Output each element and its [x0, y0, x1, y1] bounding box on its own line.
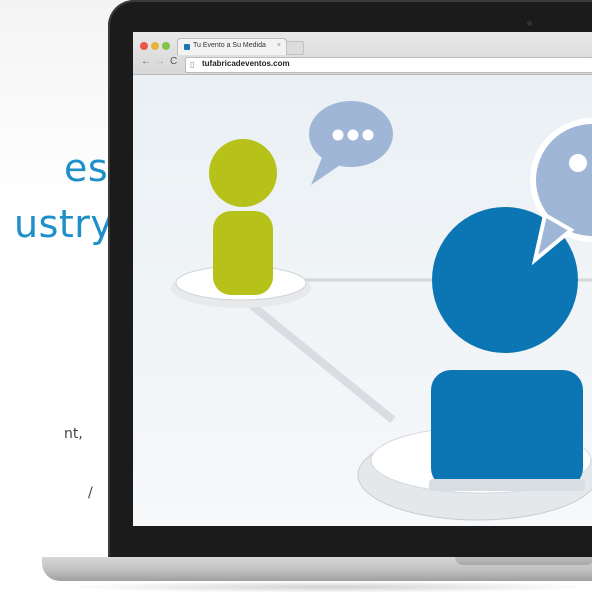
camera-icon: [527, 21, 532, 26]
dot-icon: [569, 154, 587, 172]
illustration: [171, 101, 592, 521]
new-tab-button[interactable]: [286, 41, 304, 55]
reload-icon[interactable]: C: [170, 56, 177, 67]
traffic-light-zoom-icon[interactable]: [162, 42, 170, 50]
webpage-content: [133, 75, 592, 526]
tab-close-icon[interactable]: ×: [277, 42, 281, 49]
person-base: [429, 479, 585, 491]
browser-tab[interactable]: Tu Evento a Su Medida ×: [177, 38, 287, 55]
dot-icon: [347, 129, 359, 141]
back-arrow-icon[interactable]: ←: [141, 56, 151, 67]
laptop-notch: [455, 557, 592, 565]
dot-icon: [362, 129, 374, 141]
url-text[interactable]: tufabricadeventos.com: [202, 59, 290, 68]
body-text-fragment-1: nt,: [64, 426, 83, 442]
person-icon: [209, 139, 277, 207]
forward-arrow-icon[interactable]: →: [155, 56, 165, 67]
traffic-light-minimize-icon[interactable]: [151, 42, 159, 50]
person-icon: [431, 370, 583, 488]
favicon-icon: [184, 44, 190, 50]
person-icon: [213, 211, 273, 295]
browser-chrome: Tu Evento a Su Medida × ← → C ▯ tufabric…: [133, 32, 592, 75]
laptop-shadow: [60, 581, 592, 593]
page-icon: ▯: [190, 60, 195, 69]
navigation-bar: ← → C ▯ tufabricadeventos.com: [133, 54, 592, 74]
dot-icon: [332, 129, 344, 141]
body-text-fragment-2: /: [88, 485, 93, 501]
connector-line: [230, 286, 396, 424]
laptop-screen: Tu Evento a Su Medida × ← → C ▯ tufabric…: [133, 32, 592, 526]
traffic-light-close-icon[interactable]: [140, 42, 148, 50]
headline-line-2: ustry: [14, 202, 114, 246]
tab-title: Tu Evento a Su Medida: [193, 42, 266, 49]
address-bar[interactable]: ▯ tufabricadeventos.com: [185, 57, 592, 73]
